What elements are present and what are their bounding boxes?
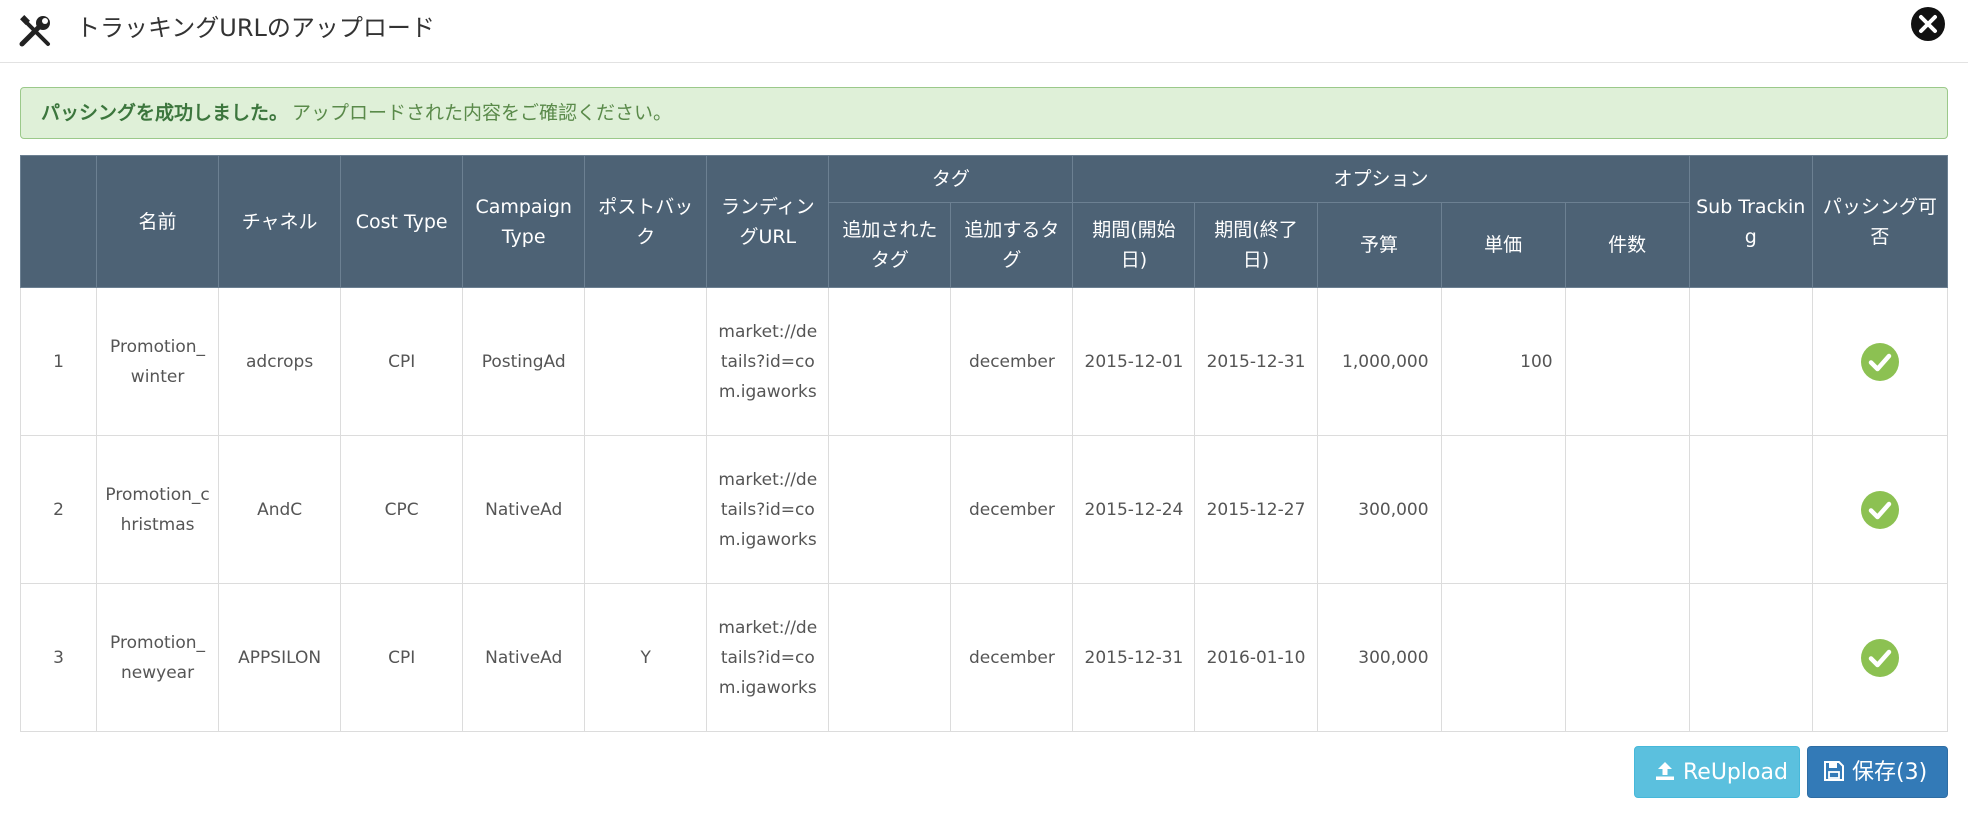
header-parsing-ok: パッシング可否	[1811, 155, 1949, 288]
cell-index: 2	[19, 435, 98, 584]
cell-cost-type: CPI	[340, 583, 464, 732]
cell-campaign-type: NativeAd	[462, 583, 586, 732]
cell-parsing-ok	[1811, 583, 1949, 732]
reupload-label: ReUpload	[1683, 760, 1788, 785]
check-circle-icon	[1860, 490, 1899, 529]
cell-count	[1564, 287, 1690, 436]
upload-icon	[1656, 762, 1674, 780]
reupload-button[interactable]: ReUpload	[1634, 746, 1800, 798]
cell-postback	[584, 287, 708, 436]
header-period-end: 期間(終了日)	[1194, 202, 1318, 288]
cell-index: 1	[19, 287, 98, 436]
cell-tag-to-add: december	[950, 287, 1074, 436]
tracking-url-table: 名前 チャネル Cost Type Campaign Type ポストバック ラ…	[19, 155, 1949, 732]
cell-added-tag	[828, 287, 952, 436]
header-tag-to-add: 追加するタグ	[950, 202, 1074, 288]
cell-campaign-type: PostingAd	[462, 287, 586, 436]
header-option-group: オプション	[1072, 155, 1690, 203]
alert-bold-text: パッシングを成功しました。	[41, 102, 289, 124]
cell-budget: 300,000	[1316, 435, 1442, 584]
check-circle-icon	[1860, 342, 1899, 381]
header-cost-type: Cost Type	[340, 155, 464, 288]
cell-postback: Y	[584, 583, 708, 732]
cell-period-start: 2015-12-01	[1072, 287, 1196, 436]
check-circle-icon	[1860, 638, 1899, 677]
cell-unit-price: 100	[1440, 287, 1566, 436]
cell-landing-url: market://details?id=com.igaworks	[706, 435, 830, 584]
cell-sub-tracking	[1688, 287, 1813, 436]
header-landing-url: ランディングURL	[706, 155, 830, 288]
save-button[interactable]: 保存(3)	[1807, 746, 1948, 798]
cell-landing-url: market://details?id=com.igaworks	[706, 583, 830, 732]
cell-sub-tracking	[1688, 435, 1813, 584]
header-sub-tracking: Sub Tracking	[1688, 155, 1813, 288]
floppy-disk-icon	[1824, 761, 1844, 781]
cell-parsing-ok	[1811, 287, 1949, 436]
cell-channel: adcrops	[218, 287, 342, 436]
success-alert: パッシングを成功しました。 アップロードされた内容をご確認ください。	[20, 87, 1948, 139]
header-unit-price: 単価	[1440, 202, 1566, 288]
cell-index: 3	[19, 583, 98, 732]
tools-icon	[19, 15, 50, 47]
cell-added-tag	[828, 435, 952, 584]
cell-budget: 300,000	[1316, 583, 1442, 732]
alert-message: アップロードされた内容をご確認ください。	[292, 102, 673, 124]
modal-header: トラッキングURLのアップロード	[0, 0, 1968, 63]
header-tag-group: タグ	[828, 155, 1074, 203]
header-channel: チャネル	[218, 155, 342, 288]
table-row: 2 Promotion_christmas AndC CPC NativeAd …	[19, 435, 1949, 584]
cell-sub-tracking	[1688, 583, 1813, 732]
cell-unit-price	[1440, 435, 1566, 584]
cell-period-end: 2015-12-27	[1194, 435, 1318, 584]
cell-added-tag	[828, 583, 952, 732]
cell-campaign-type: NativeAd	[462, 435, 586, 584]
header-index	[19, 155, 98, 288]
cell-period-start: 2015-12-31	[1072, 583, 1196, 732]
cell-channel: AndC	[218, 435, 342, 584]
cell-count	[1564, 583, 1690, 732]
header-postback: ポストバック	[584, 155, 708, 288]
header-period-start: 期間(開始日)	[1072, 202, 1196, 288]
cell-period-end: 2016-01-10	[1194, 583, 1318, 732]
cell-unit-price	[1440, 583, 1566, 732]
table-row: 3 Promotion_newyear APPSILON CPI NativeA…	[19, 583, 1949, 732]
cell-period-start: 2015-12-24	[1072, 435, 1196, 584]
cell-budget: 1,000,000	[1316, 287, 1442, 436]
cell-name: Promotion_newyear	[96, 583, 220, 732]
header-name: 名前	[96, 155, 220, 288]
save-label: 保存(3)	[1852, 760, 1928, 785]
cell-name: Promotion_winter	[96, 287, 220, 436]
header-added-tag: 追加されたタグ	[828, 202, 952, 288]
modal-title: トラッキングURLのアップロード	[76, 14, 435, 42]
close-icon[interactable]	[1910, 6, 1946, 42]
cell-landing-url: market://details?id=com.igaworks	[706, 287, 830, 436]
cell-count	[1564, 435, 1690, 584]
cell-tag-to-add: december	[950, 435, 1074, 584]
cell-channel: APPSILON	[218, 583, 342, 732]
cell-parsing-ok	[1811, 435, 1949, 584]
header-campaign-type: Campaign Type	[462, 155, 586, 288]
header-budget: 予算	[1316, 202, 1442, 288]
cell-postback	[584, 435, 708, 584]
header-count: 件数	[1564, 202, 1690, 288]
cell-cost-type: CPI	[340, 287, 464, 436]
cell-name: Promotion_christmas	[96, 435, 220, 584]
table-row: 1 Promotion_winter adcrops CPI PostingAd…	[19, 287, 1949, 436]
cell-tag-to-add: december	[950, 583, 1074, 732]
cell-period-end: 2015-12-31	[1194, 287, 1318, 436]
cell-cost-type: CPC	[340, 435, 464, 584]
